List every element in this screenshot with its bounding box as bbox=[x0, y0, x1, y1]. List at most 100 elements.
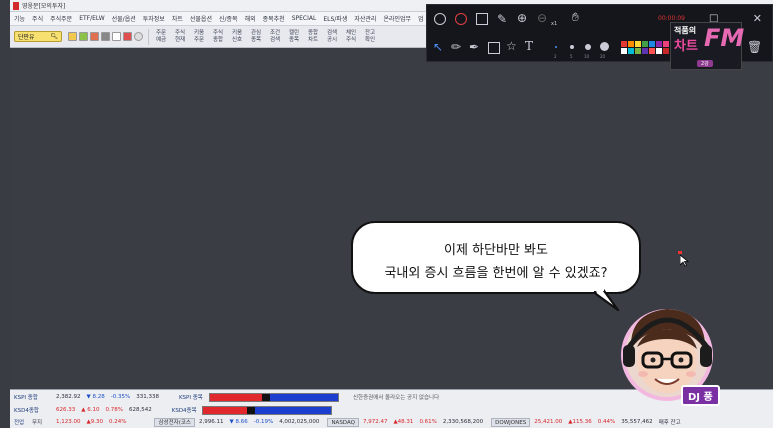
chart-icon[interactable] bbox=[90, 32, 99, 41]
toolbar-button-label: 확인 bbox=[364, 36, 376, 43]
toolbar-button[interactable]: 조건 검색 bbox=[266, 30, 284, 44]
ticker-tail[interactable]: 매후 잔고 bbox=[659, 418, 681, 426]
menu-item[interactable]: ELS/파생 bbox=[323, 14, 347, 23]
menu-item[interactable]: ETF/ELW bbox=[79, 15, 104, 22]
advance-decline-bar bbox=[208, 392, 339, 402]
color-swatch[interactable] bbox=[656, 48, 662, 54]
trash-icon[interactable]: 🗑︎ bbox=[747, 41, 762, 53]
toolbar-button[interactable]: 종합 차트 bbox=[304, 30, 322, 44]
toolbar-button[interactable]: 주문 예금 bbox=[152, 30, 170, 44]
menu-item[interactable]: 기능 bbox=[14, 14, 25, 23]
color-swatch[interactable] bbox=[642, 41, 648, 47]
speech-line-2: 국내외 증시 흐름을 한번에 알 수 있겠죠? bbox=[384, 266, 608, 281]
close-icon[interactable]: ✕ bbox=[753, 12, 762, 25]
stroke-size-20[interactable] bbox=[600, 42, 609, 51]
toolbar-button[interactable]: 주식 현재 bbox=[171, 30, 189, 44]
stop-icon[interactable] bbox=[123, 32, 132, 41]
menu-item[interactable]: 주식 bbox=[32, 14, 43, 23]
speech-line-1: 이제 하단바만 봐도 bbox=[444, 243, 548, 258]
toolbar-button[interactable]: 잔고 확인 bbox=[361, 30, 379, 44]
menu-item[interactable]: 해외 bbox=[245, 14, 256, 23]
color-swatch[interactable] bbox=[642, 48, 648, 54]
color-swatch[interactable] bbox=[621, 48, 627, 54]
toolbar-button[interactable]: 키움 신호 bbox=[228, 30, 246, 44]
menu-item[interactable]: 투자정보 bbox=[143, 14, 165, 23]
menu-item[interactable]: 업 bbox=[418, 14, 424, 23]
ticker-percent: 0.44% bbox=[597, 419, 616, 425]
pen-icon[interactable]: ✎ bbox=[497, 13, 507, 25]
color-swatch[interactable] bbox=[621, 41, 627, 47]
ticker-volume: 35,557,462 bbox=[621, 419, 653, 425]
toolbar-button-label: 주식 bbox=[174, 29, 186, 36]
toolbar-button-label: 종목 bbox=[250, 36, 262, 43]
toolbar-button[interactable]: 검색 공시 bbox=[323, 30, 341, 44]
notice-message: 신한증권에서 올라오는 공지 없습니다 bbox=[352, 395, 440, 401]
color-swatch[interactable] bbox=[649, 41, 655, 47]
color-swatch[interactable] bbox=[649, 48, 655, 54]
toolbar-button-label: 종합 bbox=[307, 29, 319, 36]
ticker-change: ▲115.36 bbox=[568, 419, 592, 425]
highlighter-icon[interactable]: ✒︎ bbox=[469, 41, 479, 53]
pencil-icon[interactable] bbox=[79, 32, 88, 41]
zoom-level: x1 bbox=[551, 21, 558, 27]
color-swatch[interactable] bbox=[663, 41, 669, 47]
zoom-in-icon[interactable]: ⊕ bbox=[517, 12, 527, 24]
text-tool-icon[interactable]: T bbox=[525, 40, 533, 52]
window-title: 영웅문[모의투자] bbox=[22, 3, 66, 10]
ticker-box-label: DOWJONES bbox=[491, 417, 531, 427]
menu-item[interactable]: 신/종목 bbox=[219, 14, 238, 23]
menu-item[interactable]: SPECIAL bbox=[292, 15, 317, 22]
gear-icon[interactable] bbox=[134, 32, 143, 41]
stroke-size-label: 2 bbox=[554, 54, 557, 59]
color-swatch[interactable] bbox=[628, 48, 634, 54]
stroke-size-10[interactable] bbox=[585, 44, 591, 50]
menu-item[interactable]: 선물/옵션 bbox=[112, 14, 136, 23]
toolbar-button[interactable]: 체인 주식 bbox=[342, 30, 360, 44]
search-icon[interactable]: 🔍︎ bbox=[50, 33, 58, 40]
color-swatch[interactable] bbox=[628, 41, 634, 47]
ticker-label: 전업 bbox=[14, 420, 25, 426]
stroke-size-2[interactable] bbox=[555, 46, 557, 48]
toolbar-button[interactable]: 주식 종합 bbox=[209, 30, 227, 44]
toolbar-button-label: 키움 bbox=[231, 29, 243, 36]
ticker-label: KSPI 종합 bbox=[14, 395, 38, 401]
channel-badge: 적품의 차트 FM 2강 bbox=[670, 22, 744, 70]
toolbar-button[interactable]: 관심 종목 bbox=[247, 30, 265, 44]
star-icon[interactable]: ☆ bbox=[506, 40, 517, 52]
hand-icon[interactable]: ✋︎ bbox=[572, 11, 579, 23]
toolbar-button-label: 종목 bbox=[288, 36, 300, 43]
menu-item[interactable]: 주식주문 bbox=[50, 14, 72, 23]
blank-icon[interactable] bbox=[112, 32, 121, 41]
menu-item[interactable]: 자산관리 bbox=[354, 14, 376, 23]
ticker-change: ▲ 6.10 bbox=[81, 407, 100, 413]
color-swatch[interactable] bbox=[656, 41, 662, 47]
menu-item[interactable]: 선물옵션 bbox=[190, 14, 212, 23]
stroke-size-5[interactable] bbox=[570, 45, 574, 49]
toolbar-button-label: 캘린 bbox=[288, 29, 300, 36]
account-combo[interactable]: 단판유 🔍︎ bbox=[14, 31, 62, 42]
menu-item[interactable]: 차트 bbox=[172, 14, 183, 23]
screen-capture-icon[interactable] bbox=[476, 13, 488, 25]
zoom-out-icon[interactable]: ⊖ bbox=[537, 12, 547, 24]
ticker-box-label: NASDAQ bbox=[327, 417, 359, 427]
menu-item[interactable]: 종목추천 bbox=[263, 14, 285, 23]
record-icon[interactable] bbox=[455, 13, 467, 25]
pencil-tool-icon[interactable]: ✏︎ bbox=[451, 41, 461, 53]
color-swatch[interactable] bbox=[635, 48, 641, 54]
folder-icon[interactable] bbox=[68, 32, 77, 41]
toolbar-button-label: 검색 bbox=[269, 36, 281, 43]
toolbar-button[interactable]: 캘린 종목 bbox=[285, 30, 303, 44]
ticker-value: 7,972.47 bbox=[362, 419, 388, 425]
toolbar-button[interactable]: 키움 주문 bbox=[190, 30, 208, 44]
toolbar-button-label: 주식 bbox=[212, 29, 224, 36]
rectangle-icon[interactable] bbox=[488, 42, 500, 54]
grid-icon[interactable] bbox=[101, 32, 110, 41]
circle-icon[interactable] bbox=[434, 13, 446, 25]
color-swatch[interactable] bbox=[663, 48, 669, 54]
toolbar-button-label: 주문 bbox=[155, 29, 167, 36]
menu-item[interactable]: 온라인업무 bbox=[383, 14, 411, 23]
color-swatch[interactable] bbox=[635, 41, 641, 47]
pointer-icon[interactable]: ↖ bbox=[433, 41, 443, 53]
ticker-percent: 0.24% bbox=[108, 419, 127, 425]
account-combo-value: 단판유 bbox=[18, 34, 35, 41]
